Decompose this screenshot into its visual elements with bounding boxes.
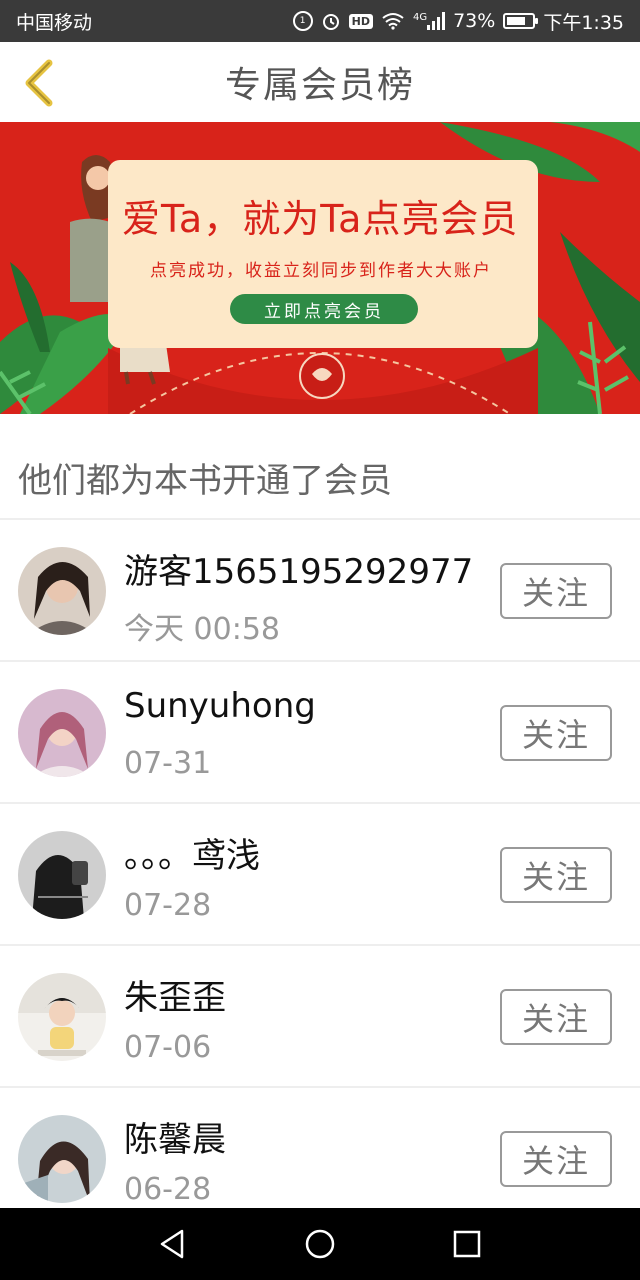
- signal-icon: 4G: [412, 12, 446, 30]
- list-item[interactable]: 。。。鸢浅 07-28 关注: [0, 804, 640, 946]
- section-spacer: [0, 414, 640, 436]
- banner-title: 爱Ta，就为Ta点亮会员: [122, 197, 519, 241]
- header: 专属会员榜: [0, 42, 640, 122]
- chevron-left-icon: [25, 59, 53, 107]
- nav-home-button[interactable]: [295, 1219, 345, 1269]
- follow-button[interactable]: 关注: [500, 989, 612, 1045]
- avatar[interactable]: [18, 831, 106, 919]
- nav-back-button[interactable]: [148, 1219, 198, 1269]
- avatar[interactable]: [18, 973, 106, 1061]
- battery-icon: [503, 13, 539, 29]
- member-date: 今天 00:58: [124, 612, 280, 647]
- clock: 下午1:35: [543, 11, 624, 34]
- system-nav-bar: [0, 1208, 640, 1280]
- back-button[interactable]: [14, 56, 64, 110]
- list-item[interactable]: 朱歪歪 07-06 关注: [0, 946, 640, 1088]
- wifi-icon: [381, 12, 405, 30]
- avatar[interactable]: [18, 1115, 106, 1203]
- status-icons: 1 HD 4G 73% 下午1:35: [292, 8, 624, 35]
- member-date: 07-31: [124, 746, 212, 781]
- page-title: 专属会员榜: [224, 65, 415, 106]
- circle-home-icon: [305, 1229, 335, 1259]
- follow-button[interactable]: 关注: [500, 1131, 612, 1187]
- member-name: Sunyuhong: [124, 686, 316, 726]
- follow-button[interactable]: 关注: [500, 563, 612, 619]
- member-date: 07-28: [124, 888, 212, 923]
- section-heading: 他们都为本书开通了会员: [0, 436, 640, 520]
- member-date: 06-28: [124, 1172, 212, 1207]
- status-bar: 中国移动 1 HD 4G 73% 下午1:35: [0, 0, 640, 42]
- member-name: 陈馨晨: [124, 1120, 226, 1160]
- carrier-label: 中国移动: [16, 11, 93, 34]
- follow-button[interactable]: 关注: [500, 705, 612, 761]
- member-name: 。。。鸢浅: [124, 836, 260, 876]
- activate-membership-button[interactable]: 立即点亮会员: [230, 294, 418, 324]
- nav-recents-button[interactable]: [442, 1219, 492, 1269]
- list-item[interactable]: Sunyuhong 07-31 关注: [0, 662, 640, 804]
- hd-icon: HD: [348, 13, 373, 29]
- member-name: 游客1565195292977: [124, 552, 474, 592]
- member-name: 朱歪歪: [124, 978, 226, 1018]
- triangle-back-icon: [161, 1229, 184, 1259]
- network-type-label: 4G: [412, 12, 428, 23]
- square-recents-icon: [453, 1230, 480, 1258]
- list-item[interactable]: 游客1565195292977 今天 00:58 关注: [0, 520, 640, 662]
- battery-percent: 73%: [453, 10, 496, 32]
- alarm-icon: [321, 11, 341, 31]
- follow-button[interactable]: 关注: [500, 847, 612, 903]
- member-date: 07-06: [124, 1030, 212, 1065]
- data-saver-icon: 1: [292, 11, 313, 31]
- avatar[interactable]: [18, 689, 106, 777]
- avatar[interactable]: [18, 547, 106, 635]
- banner-subtitle: 点亮成功，收益立刻同步到作者大大账户: [150, 261, 492, 281]
- member-list[interactable]: 游客1565195292977 今天 00:58 关注 Sunyuhong 07…: [0, 520, 640, 1230]
- promo-banner[interactable]: 爱Ta，就为Ta点亮会员 点亮成功，收益立刻同步到作者大大账户 立即点亮会员: [0, 122, 640, 414]
